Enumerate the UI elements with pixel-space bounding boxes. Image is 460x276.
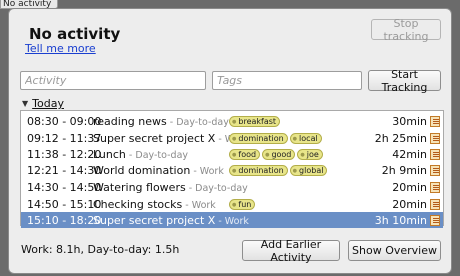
fact-duration: 42min [392, 147, 427, 161]
fact-activity: Watering flowers - Day-to-day [93, 181, 248, 194]
tag-chip: breakfast [229, 115, 281, 127]
fact-time: 12:21 - 14:30 [27, 163, 102, 177]
edit-icon[interactable] [430, 214, 440, 226]
fact-activity-name: Super secret project X [93, 131, 216, 145]
fact-category: - Day-to-day [125, 149, 189, 161]
fact-activity-name: Checking stocks [93, 197, 183, 211]
fact-activity-name: Watering flowers [93, 180, 186, 194]
fact-activity: World domination - Work [93, 164, 224, 177]
fact-duration: 30min [392, 114, 427, 128]
fact-category: - Day-to-day [166, 116, 229, 128]
fact-tags: breakfast [229, 115, 281, 127]
edit-icon[interactable] [430, 181, 440, 193]
tag-chip: good [262, 148, 296, 160]
fact-tags: dominationglobal [229, 164, 328, 176]
totals-summary: Work: 8.1h, Day-to-day: 1.5h [21, 243, 180, 256]
facts-list[interactable]: 08:30 - 09:00reading news - Day-to-daybr… [20, 110, 444, 228]
fact-category: - Day-to-day [185, 182, 248, 194]
fact-duration: 20min [392, 180, 427, 194]
fact-row[interactable]: 14:50 - 15:10Checking stocks - Work fun 20… [21, 196, 443, 212]
fact-activity: Checking stocks - Work [93, 198, 216, 211]
fact-time: 14:50 - 15:10 [27, 197, 102, 211]
tags-input[interactable] [212, 71, 362, 90]
fact-row[interactable]: 14:30 - 14:50 Watering flowers - Day-to-d… [21, 179, 443, 195]
fact-time: 09:12 - 11:37 [27, 131, 102, 145]
fact-activity: Super secret project X - Work [93, 132, 249, 145]
fact-time: 08:30 - 09:00 [27, 114, 102, 128]
hamster-window: No activity Stop tracking Tell me more S… [8, 8, 452, 274]
fact-activity-name: Lunch [93, 147, 126, 161]
show-overview-button[interactable]: Show Overview [348, 240, 441, 261]
fact-duration: 3h 10min [374, 213, 427, 227]
tag-chip: domination [229, 164, 288, 176]
edit-icon[interactable] [430, 132, 440, 144]
stop-tracking-button[interactable]: Stop tracking [371, 17, 441, 43]
status-title: No activity [29, 25, 121, 43]
fact-row[interactable]: 08:30 - 09:00reading news - Day-to-daybr… [21, 113, 443, 129]
fact-time: 15:10 - 18:20 [27, 213, 102, 227]
fact-row[interactable]: 15:10 - 18:20 Super secret project X - Wo… [21, 212, 443, 228]
day-expander[interactable]: ▼ Today [22, 97, 64, 110]
fact-row[interactable]: 09:12 - 11:37Super secret project X - Wo… [21, 130, 443, 146]
fact-category: - Work [190, 165, 224, 177]
fact-category: - Work [182, 199, 216, 211]
fact-time: 14:30 - 14:50 [27, 180, 102, 194]
tag-chip: local [289, 132, 322, 144]
tell-me-more-link[interactable]: Tell me more [25, 42, 96, 55]
fact-duration: 2h 9min [381, 163, 427, 177]
edit-icon[interactable] [430, 148, 440, 160]
fact-duration: 20min [392, 197, 427, 211]
fact-row[interactable]: 12:21 - 14:30World domination - Work domi… [21, 162, 443, 178]
fact-activity-name: Super secret project X [93, 213, 216, 227]
fact-category: - Work [215, 215, 249, 227]
edit-icon[interactable] [430, 164, 440, 176]
tag-chip: domination [229, 132, 288, 144]
edit-icon[interactable] [430, 198, 440, 210]
edit-icon[interactable] [430, 115, 440, 127]
triangle-down-icon: ▼ [22, 99, 29, 108]
fact-duration: 2h 25min [374, 131, 427, 145]
tag-chip: global [289, 164, 328, 176]
fact-activity: Super secret project X - Work [93, 214, 249, 227]
fact-tags: dominationlocal [229, 132, 322, 144]
fact-time: 11:38 - 12:20 [27, 147, 102, 161]
fact-activity-name: reading news [93, 114, 167, 128]
fact-activity: Lunch - Day-to-day [93, 148, 188, 161]
start-tracking-button[interactable]: Start Tracking [368, 68, 441, 94]
fact-row[interactable]: 11:38 - 12:20Lunch - Day-to-day foodgoodj… [21, 146, 443, 162]
fact-activity: reading news - Day-to-day [93, 115, 229, 128]
tag-chip: food [229, 148, 261, 160]
tag-chip: fun [229, 198, 256, 210]
activity-input[interactable] [20, 71, 206, 90]
day-label: Today [32, 97, 64, 110]
fact-activity-name: World domination [93, 163, 191, 177]
add-earlier-activity-button[interactable]: Add Earlier Activity [242, 238, 340, 264]
fact-tags: foodgoodjoe [229, 148, 323, 160]
fact-tags: fun [229, 198, 256, 210]
tag-chip: joe [297, 148, 323, 160]
